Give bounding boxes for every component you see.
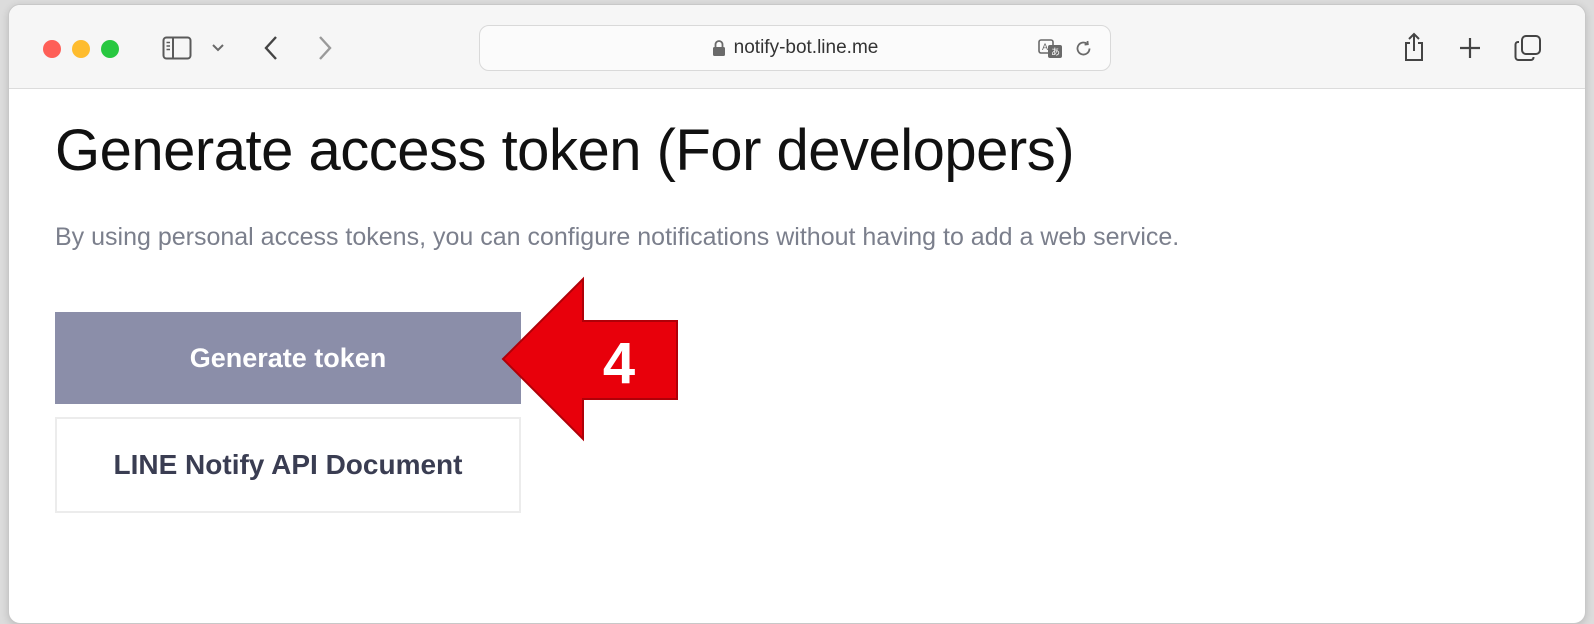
step-number-label: 4 <box>602 330 636 396</box>
minimize-window-button[interactable] <box>72 40 90 58</box>
sidebar-icon[interactable] <box>161 35 193 61</box>
svg-text:A: A <box>1042 42 1048 52</box>
chevron-down-icon[interactable] <box>209 37 227 59</box>
share-icon[interactable] <box>1401 31 1427 63</box>
chevron-right-icon[interactable] <box>311 33 339 63</box>
svg-text:あ: あ <box>1051 47 1060 57</box>
plus-icon[interactable] <box>1457 35 1483 61</box>
translate-icon[interactable]: A あ <box>1038 39 1064 59</box>
url-text: notify-bot.line.me <box>733 37 879 58</box>
generate-token-button[interactable]: Generate token <box>55 312 521 404</box>
api-document-button[interactable]: LINE Notify API Document <box>55 417 521 513</box>
close-window-button[interactable] <box>43 40 61 58</box>
reload-icon[interactable] <box>1074 39 1094 59</box>
tabs-icon[interactable] <box>1513 33 1543 63</box>
page-description: By using personal access tokens, you can… <box>55 223 1180 251</box>
page-title: Generate access token (For developers) <box>55 118 1075 183</box>
chevron-left-icon[interactable] <box>257 33 285 63</box>
browser-toolbar: notify-bot.line.me A あ <box>9 5 1585 89</box>
zoom-window-button[interactable] <box>101 40 119 58</box>
lock-icon <box>712 39 726 57</box>
browser-window: notify-bot.line.me A あ Generate access t… <box>8 4 1586 624</box>
address-bar[interactable]: notify-bot.line.me A あ <box>479 25 1111 71</box>
